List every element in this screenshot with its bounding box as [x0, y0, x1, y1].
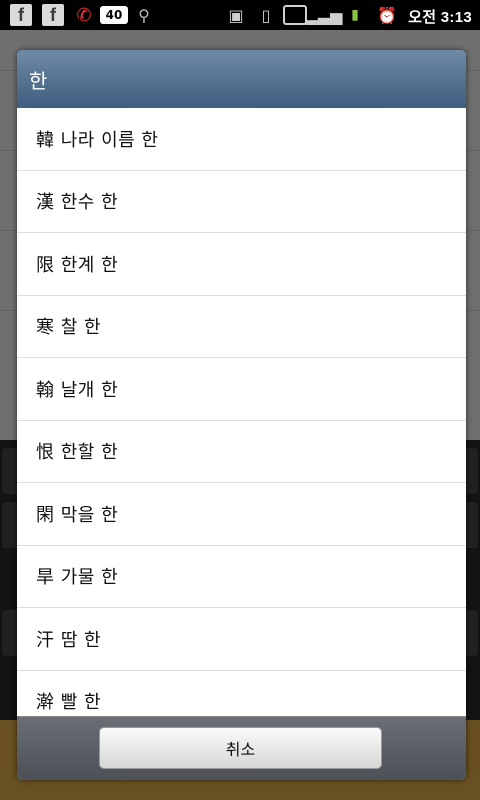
cancel-button[interactable]: 취소 — [99, 727, 382, 769]
facebook-icon: f — [42, 4, 64, 26]
clock: 오전 3:13 — [408, 9, 472, 26]
missed-call-icon: ✆ — [76, 4, 92, 26]
usb-icon: ⚲ — [138, 5, 150, 25]
list-item[interactable]: 澣 빨 한 — [17, 671, 466, 717]
list-item[interactable]: 限 한계 한 — [17, 233, 466, 296]
dialog-footer: 취소 — [17, 716, 466, 780]
list-item[interactable]: 恨 한할 한 — [17, 421, 466, 483]
dialog-title: 한 — [17, 50, 466, 108]
hanja-list[interactable]: 韓 나라 이름 한 漢 한수 한 限 한계 한 寒 찰 한 翰 날개 한 恨 한… — [17, 108, 466, 716]
list-item[interactable]: 旱 가물 한 — [17, 546, 466, 608]
notification-count-badge: 40 — [100, 6, 128, 24]
list-item[interactable]: 翰 날개 한 — [17, 358, 466, 421]
network-3g-icon — [283, 5, 307, 25]
list-item[interactable]: 漢 한수 한 — [17, 171, 466, 233]
list-item[interactable]: 汗 땀 한 — [17, 608, 466, 671]
status-bar: f f ✆ 40 ⚲ ▣ ▯ ▂▃▅ ▮ ⏰ 오전 3:13 — [0, 0, 480, 30]
alarm-icon: ⏰ — [377, 5, 397, 25]
facebook-icon: f — [10, 4, 32, 26]
vibrate-icon: ▯ — [261, 5, 271, 25]
list-item[interactable]: 寒 찰 한 — [17, 296, 466, 358]
hanja-select-dialog: 한 韓 나라 이름 한 漢 한수 한 限 한계 한 寒 찰 한 翰 날개 한 恨… — [17, 50, 466, 780]
list-item[interactable]: 閑 막을 한 — [17, 483, 466, 546]
list-item[interactable]: 韓 나라 이름 한 — [17, 108, 466, 171]
signal-strength-icon: ▂▃▅ — [305, 5, 343, 25]
battery-icon: ▮ — [351, 7, 359, 23]
app-notification-icon: ▣ — [228, 5, 244, 25]
